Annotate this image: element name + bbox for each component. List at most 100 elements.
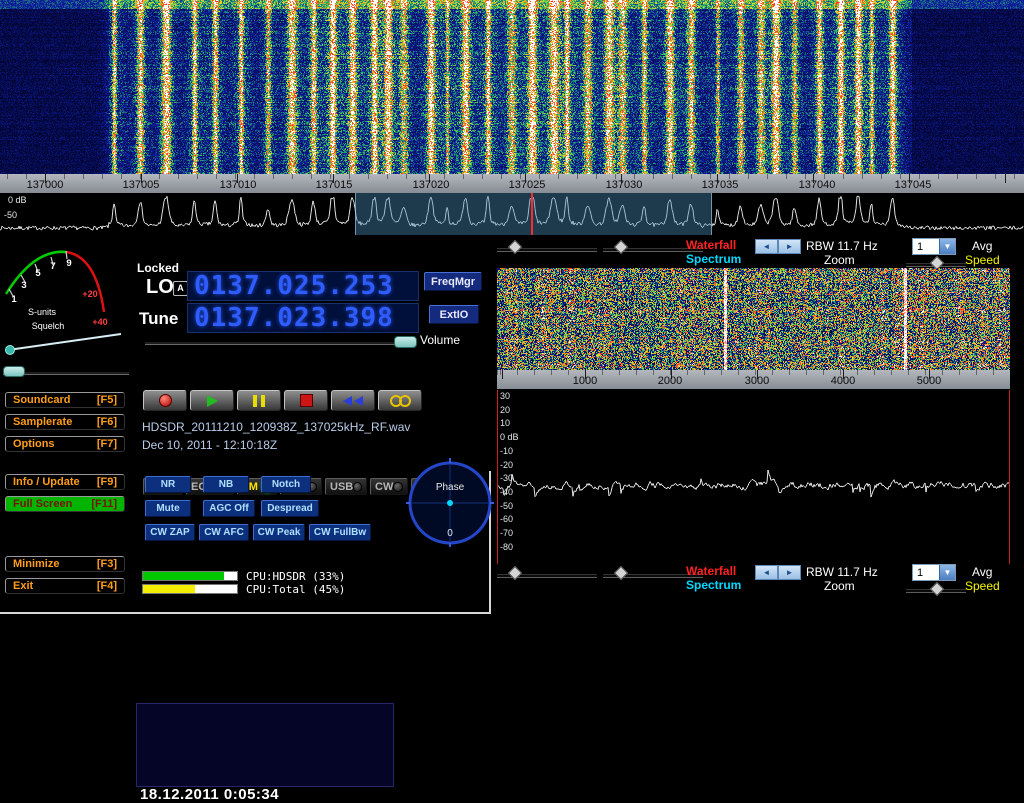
s-meter-tick-plus20: +20 [82, 289, 97, 299]
s-units-label: S-units [28, 307, 57, 317]
despread-button[interactable]: Despread [261, 500, 319, 517]
mute-button[interactable]: Mute [145, 500, 191, 517]
lo-label: LO [146, 276, 174, 299]
nb-button[interactable]: NB [203, 476, 249, 493]
cw-afc-button[interactable]: CW AFC [199, 524, 249, 541]
spin-left-icon[interactable]: ◄ [755, 565, 778, 580]
nr-button[interactable]: NR [145, 476, 191, 493]
s-meter-tick-3: 3 [21, 280, 26, 291]
zoom-label: Zoom [824, 253, 855, 267]
chevron-down-icon[interactable]: ▼ [939, 239, 955, 254]
db-label: -60 [500, 515, 540, 524]
freq-label: 137030 [606, 179, 643, 191]
record-icon [159, 394, 172, 407]
freq-label: 1000 [573, 375, 597, 387]
menu-hotkey: [F3] [97, 558, 117, 570]
db-label: -50 [500, 502, 540, 511]
freqmgr-button[interactable]: FreqMgr [424, 272, 482, 291]
mode-button-cw[interactable]: CW [370, 478, 408, 495]
chevron-down-icon[interactable]: ▼ [939, 565, 955, 580]
rbw-spinner[interactable]: ◄► [755, 239, 801, 254]
stop-button[interactable] [284, 390, 328, 411]
spin-right-icon[interactable]: ► [778, 239, 801, 254]
freq-label: 137015 [316, 179, 353, 191]
db-label: 10 [500, 419, 540, 428]
s-meter-tick-1: 1 [11, 294, 17, 305]
lo-frequency-value: 0137.025.253 [188, 272, 418, 300]
play-icon [207, 395, 218, 407]
waterfall-toggle[interactable]: Waterfall [686, 238, 736, 252]
avg-select[interactable]: 1 ▼ [912, 238, 956, 255]
mode-led-icon [393, 482, 403, 492]
menu-label: Samplerate [13, 416, 72, 428]
audio-waterfall-display[interactable] [497, 268, 1010, 370]
mode-button-usb[interactable]: USB [325, 478, 367, 495]
menu-hotkey: [F6] [97, 416, 117, 428]
panel-divider-horizontal [0, 612, 491, 614]
cpu-total-fill [143, 585, 195, 593]
s-meter-needle-knob [6, 346, 15, 355]
freq-label: 2000 [658, 375, 682, 387]
samplerate-button[interactable]: Samplerate [F6] [5, 414, 125, 430]
menu-label: Info / Update [13, 476, 80, 488]
tune-label: Tune [139, 309, 178, 329]
freq-label: 137035 [702, 179, 739, 191]
cpu-hdsdr-text: CPU:HDSDR (33%) [246, 570, 345, 583]
datetime-display: 18.12.2011 0:05:34 [140, 786, 279, 803]
pause-button[interactable] [237, 390, 281, 411]
spectrum-toggle[interactable]: Spectrum [686, 578, 741, 592]
full-screen-button[interactable]: Full Screen[F11] [5, 496, 125, 512]
speed-label: Speed [965, 253, 1000, 267]
info-update-button[interactable]: Info / Update[F9] [5, 474, 125, 490]
cpu-hdsdr-fill [143, 572, 224, 580]
loop-button[interactable] [378, 390, 422, 411]
avg-select[interactable]: 1 ▼ [912, 564, 956, 581]
play-button[interactable] [190, 390, 234, 411]
squelch-slider-handle[interactable] [3, 366, 25, 377]
main-waterfall-display[interactable] [0, 0, 1024, 174]
db-label: 30 [500, 392, 540, 401]
recording-filename: HDSDR_20111210_120938Z_137025kHz_RF.wav [142, 420, 410, 434]
exit-button[interactable]: Exit[F4] [5, 578, 125, 594]
soundcard-button[interactable]: Soundcard[F5] [5, 392, 125, 408]
main-frequency-ruler[interactable]: 137000 137005 137010 137015 137020 13702… [0, 174, 1024, 193]
rbw-spinner[interactable]: ◄► [755, 565, 801, 580]
cw-zap-button[interactable]: CW ZAP [145, 524, 195, 541]
options-button[interactable]: Options[F7] [5, 436, 125, 452]
tune-frequency-display[interactable]: 0137.023.398 [187, 303, 419, 333]
phase-dial-label: Phase [436, 482, 465, 493]
db-scale-top-label: 0 dB [8, 195, 27, 205]
minimize-button[interactable]: Minimize[F3] [5, 556, 125, 572]
extio-button[interactable]: ExtIO [429, 305, 479, 324]
db-scale-mid-label: -50 [4, 210, 17, 220]
volume-label: Volume [420, 333, 460, 347]
rewind-icon [342, 396, 364, 406]
audio-frequency-ruler[interactable]: 1000 2000 3000 4000 5000 [497, 370, 1010, 389]
avg-label: Avg [972, 239, 992, 253]
db-label: -10 [500, 447, 540, 456]
freq-label: 3000 [745, 375, 769, 387]
rbw-value: RBW 11.7 Hz [806, 239, 878, 253]
freq-label: 137025 [509, 179, 546, 191]
spin-right-icon[interactable]: ► [778, 565, 801, 580]
volume-slider-handle[interactable] [394, 336, 417, 348]
cw-fullbw-button[interactable]: CW FullBw [309, 524, 371, 541]
main-spectrum-display[interactable]: 0 dB -50 [0, 193, 1024, 235]
spectrum-toggle[interactable]: Spectrum [686, 252, 741, 266]
notch-button[interactable]: Notch [261, 476, 311, 493]
speed-slider-handle[interactable] [930, 582, 944, 596]
s-meter-red-arc [66, 252, 104, 312]
volume-slider-track[interactable] [145, 341, 413, 345]
lo-frequency-display[interactable]: 0137.025.253 [187, 271, 419, 301]
waterfall-toggle[interactable]: Waterfall [686, 564, 736, 578]
record-button[interactable] [143, 390, 187, 411]
audio-spectrum-display[interactable] [497, 390, 1010, 564]
stop-icon [300, 394, 313, 407]
rewind-button[interactable] [331, 390, 375, 411]
spin-left-icon[interactable]: ◄ [755, 239, 778, 254]
zoom-selection-region[interactable] [355, 193, 712, 235]
db-label: 20 [500, 406, 540, 415]
cw-peak-button[interactable]: CW Peak [253, 524, 305, 541]
agc-off-button[interactable]: AGC Off [203, 500, 255, 517]
lo-lock-badge[interactable]: A [173, 281, 188, 296]
